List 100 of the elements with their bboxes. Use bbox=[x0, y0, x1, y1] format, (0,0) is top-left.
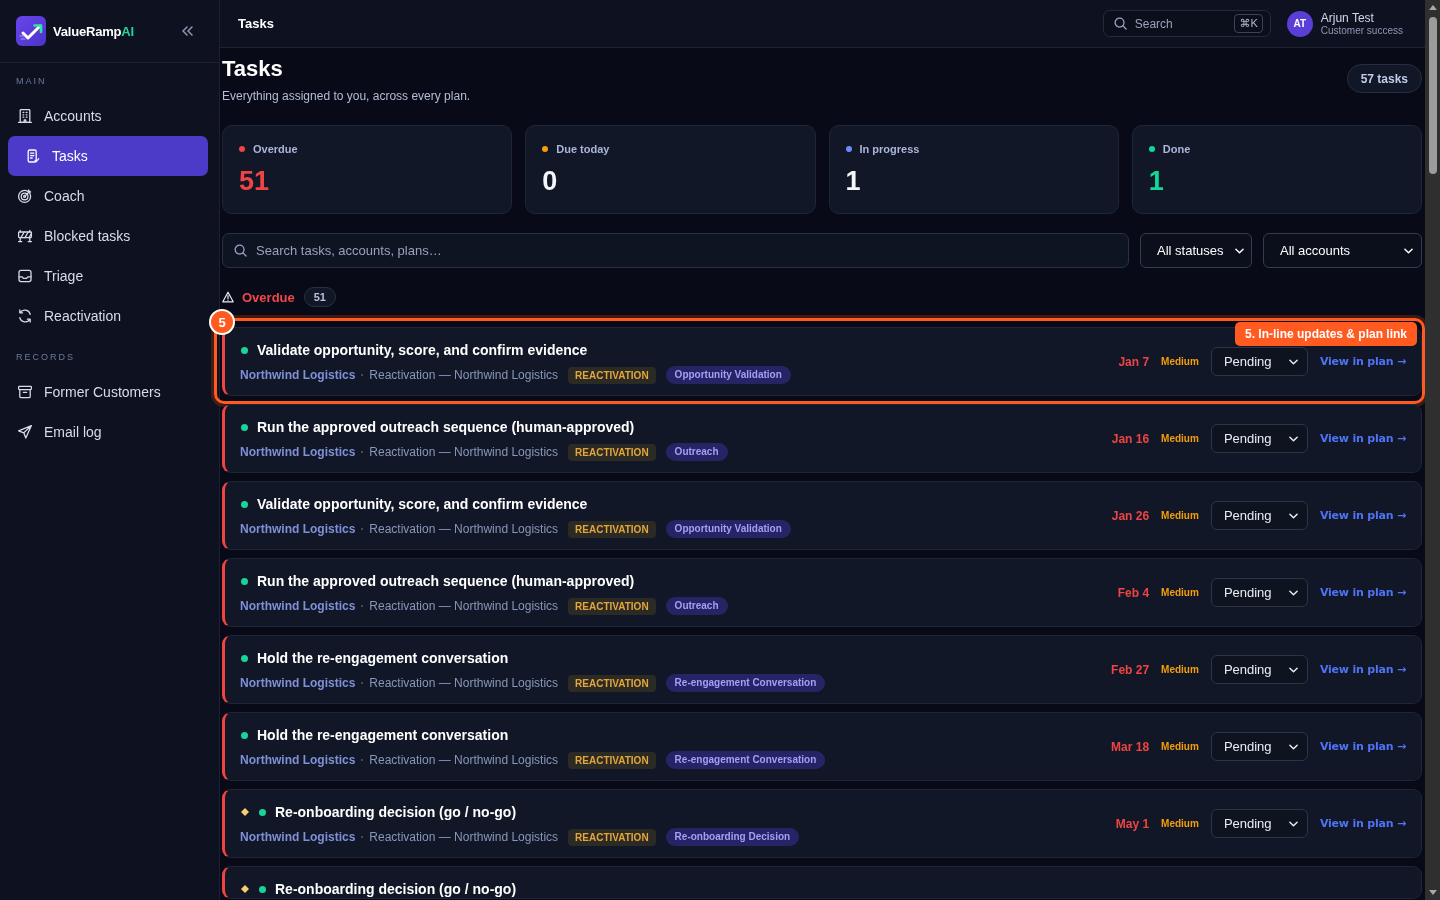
nav-item[interactable]: Accounts bbox=[8, 96, 208, 136]
tag: Re-onboarding Decision bbox=[665, 828, 800, 846]
tag: Outreach bbox=[665, 443, 728, 461]
view-in-plan-link[interactable]: View in plan → bbox=[1319, 817, 1406, 830]
view-in-plan-link[interactable]: View in plan → bbox=[1319, 509, 1406, 522]
task-title: Hold the re-engagement conversation bbox=[257, 727, 509, 743]
tag: REACTIVATION bbox=[568, 366, 656, 384]
user-name: Arjun Test bbox=[1320, 10, 1375, 25]
brand-name: ValueRampAI bbox=[53, 23, 134, 39]
section-count: 51 bbox=[303, 287, 336, 307]
logo-icon bbox=[16, 16, 46, 46]
due-date: Feb 4 bbox=[1117, 585, 1150, 600]
priority-label: Medium bbox=[1161, 818, 1199, 829]
tag: Opportunity Validation bbox=[665, 366, 791, 384]
task-title: Hold the re-engagement conversation bbox=[257, 650, 509, 666]
tag: Outreach bbox=[665, 597, 728, 615]
due-date: May 1 bbox=[1115, 816, 1150, 831]
tag: REACTIVATION bbox=[568, 597, 656, 615]
status-select[interactable]: Pending bbox=[1210, 347, 1308, 376]
scroll-up-icon[interactable] bbox=[1428, 5, 1437, 10]
filter-select[interactable]: All statuses bbox=[1140, 233, 1252, 268]
stat-label: Overdue bbox=[253, 143, 298, 155]
task-title: Validate opportunity, score, and confirm evidence bbox=[257, 342, 588, 358]
clipboard-icon bbox=[25, 148, 41, 164]
nav-item[interactable]: Email log bbox=[8, 412, 208, 452]
view-in-plan-link[interactable]: View in plan → bbox=[1319, 740, 1406, 753]
shortcut-key: ⌘K bbox=[1234, 14, 1263, 33]
tag: Re-engagement Conversation bbox=[665, 751, 826, 769]
scrollbar-thumb[interactable] bbox=[1428, 17, 1437, 174]
priority-label: Medium bbox=[1161, 741, 1199, 752]
nav-item[interactable]: Reactivation bbox=[8, 296, 208, 336]
stat-label: Done bbox=[1162, 143, 1191, 155]
task-title: Run the approved outreach sequence (human-approved) bbox=[257, 419, 635, 435]
view-in-plan-link[interactable]: View in plan → bbox=[1319, 432, 1406, 445]
scrollbar[interactable] bbox=[1425, 0, 1440, 900]
stat-label: In progress bbox=[859, 143, 920, 155]
user-role: Customer success bbox=[1320, 24, 1403, 37]
nav-item[interactable]: Coach bbox=[8, 176, 208, 216]
account-name: Northwind Logistics bbox=[240, 830, 356, 844]
priority-label: Medium bbox=[1161, 664, 1199, 675]
filter-select[interactable]: All accounts bbox=[1263, 233, 1422, 268]
nav-item[interactable]: Tasks bbox=[8, 136, 208, 176]
search-field[interactable]: Search tasks, accounts, plans… bbox=[222, 233, 1129, 268]
nav-item[interactable]: Former Customers bbox=[8, 372, 208, 412]
nav-section-label: RECORDS bbox=[15, 352, 76, 362]
building-icon bbox=[17, 108, 33, 124]
status-select[interactable]: Pending bbox=[1210, 732, 1308, 761]
stat-label: Due today bbox=[556, 143, 610, 155]
chevron-icon bbox=[1235, 247, 1245, 254]
view-in-plan-link[interactable]: View in plan → bbox=[1319, 663, 1406, 676]
tag: REACTIVATION bbox=[568, 443, 656, 461]
plan-name: Reactivation — Northwind Logistics bbox=[369, 753, 559, 767]
tag: REACTIVATION bbox=[568, 828, 656, 846]
status-dot-icon bbox=[241, 500, 248, 508]
search-icon bbox=[234, 244, 247, 257]
status-dot-icon bbox=[259, 808, 266, 816]
stat-value: 0 bbox=[542, 165, 559, 197]
warning-icon bbox=[222, 291, 234, 303]
account-name: Northwind Logistics bbox=[240, 676, 356, 690]
tag: Opportunity Validation bbox=[665, 520, 791, 538]
task-count: 57 tasks bbox=[1346, 64, 1422, 93]
status-dot-icon bbox=[241, 654, 248, 662]
page-title: Tasks bbox=[222, 56, 284, 82]
status-dot-icon bbox=[259, 885, 266, 893]
search-icon bbox=[1113, 17, 1127, 30]
chevron-icon bbox=[1288, 743, 1298, 750]
due-date: Jan 16 bbox=[1111, 431, 1150, 446]
priority-label: Medium bbox=[1161, 356, 1199, 367]
target-icon bbox=[17, 188, 33, 204]
paper-plane-icon bbox=[17, 424, 33, 440]
priority-label: Medium bbox=[1161, 587, 1199, 598]
account-name: Northwind Logistics bbox=[240, 445, 356, 459]
status-select[interactable]: Pending bbox=[1210, 501, 1308, 530]
chevron-icon bbox=[1288, 435, 1298, 442]
tag: Re-engagement Conversation bbox=[665, 674, 826, 692]
status-select[interactable]: Pending bbox=[1210, 424, 1308, 453]
account-name: Northwind Logistics bbox=[240, 599, 356, 613]
double-chevron-icon[interactable] bbox=[182, 26, 193, 36]
nav-item[interactable]: Triage bbox=[8, 256, 208, 296]
nav-item[interactable]: Blocked tasks bbox=[8, 216, 208, 256]
nav-section-label: MAIN bbox=[15, 76, 48, 86]
status-select[interactable]: Pending bbox=[1210, 655, 1308, 684]
chevron-icon bbox=[1288, 512, 1298, 519]
account-name: Northwind Logistics bbox=[240, 753, 356, 767]
status-select[interactable]: Pending bbox=[1210, 809, 1308, 838]
priority-label: Medium bbox=[1161, 510, 1199, 521]
user-avatar: AT bbox=[1286, 10, 1313, 37]
stat-value: 51 bbox=[239, 165, 271, 197]
view-in-plan-link[interactable]: View in plan → bbox=[1319, 586, 1406, 599]
view-in-plan-link[interactable]: View in plan → bbox=[1319, 355, 1406, 368]
plan-name: Reactivation — Northwind Logistics bbox=[369, 445, 559, 459]
status-select[interactable]: Pending bbox=[1210, 578, 1308, 607]
tag: REACTIVATION bbox=[568, 520, 656, 538]
due-date: Feb 27 bbox=[1111, 662, 1150, 677]
task-title: Run the approved outreach sequence (human-approved) bbox=[257, 573, 635, 589]
chevron-icon bbox=[1288, 589, 1298, 596]
chevron-icon bbox=[1288, 358, 1298, 365]
task-title: Validate opportunity, score, and confirm evidence bbox=[257, 496, 588, 512]
page-subtitle: Everything assigned to you, across every plan. bbox=[222, 88, 471, 104]
scroll-down-icon[interactable] bbox=[1428, 890, 1437, 895]
